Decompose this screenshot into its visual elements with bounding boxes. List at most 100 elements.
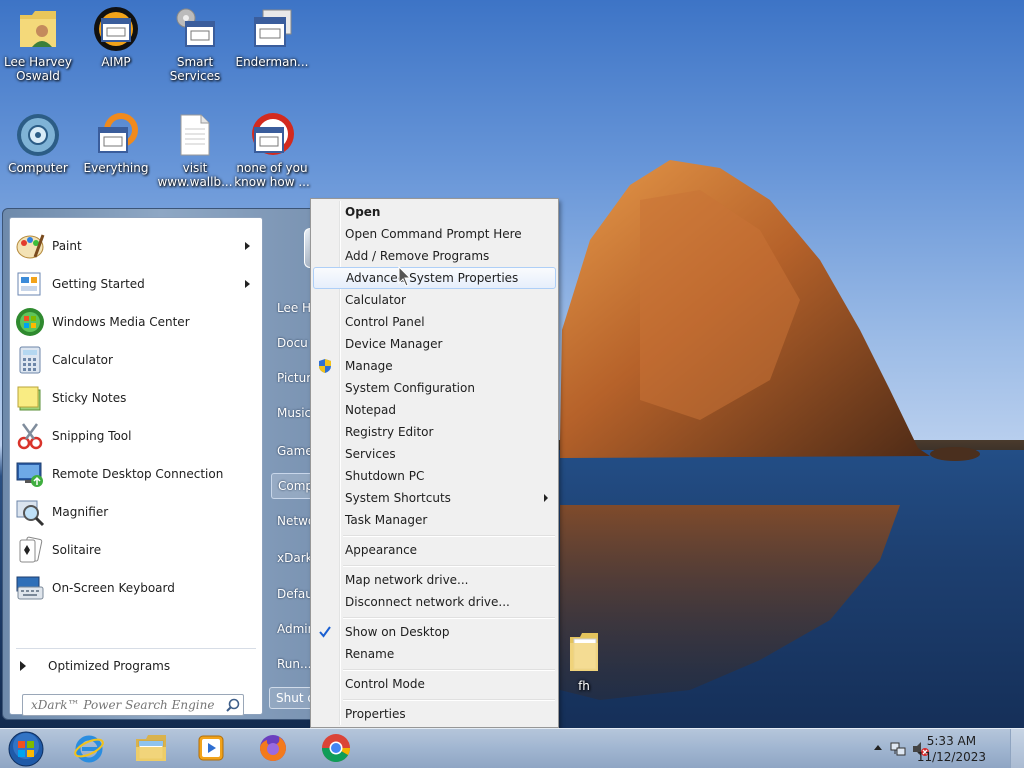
- start-item-magnifier[interactable]: Magnifier: [14, 494, 260, 530]
- ctx-item-calculator[interactable]: Calculator: [313, 289, 556, 311]
- desktop-icon-lee-harvey-oswald[interactable]: Lee Harvey Oswald: [0, 6, 76, 83]
- desktop-icon-label: Enderman...: [235, 55, 309, 69]
- all-programs-arrow-icon: [20, 661, 26, 671]
- solitaire-icon: [14, 534, 46, 566]
- app-window-icon: [172, 6, 218, 52]
- ctx-item-open[interactable]: Open: [313, 201, 556, 223]
- snipping-tool-icon: [14, 420, 46, 452]
- start-item-label: On-Screen Keyboard: [52, 581, 175, 595]
- desktop-icon-label: Everything: [83, 161, 149, 175]
- ctx-item-properties[interactable]: Properties: [313, 703, 556, 725]
- start-right-item-xdark[interactable]: xDark: [277, 551, 313, 565]
- ctx-item-advanced-system-properties[interactable]: Advanced System Properties: [313, 267, 556, 289]
- desktop-icon-label: Computer: [8, 161, 68, 175]
- firefox-icon: [257, 732, 289, 767]
- ctx-item-label: Services: [345, 447, 396, 461]
- ctx-item-label: Appearance: [345, 543, 418, 557]
- ctx-separator: [343, 565, 555, 567]
- all-programs-button[interactable]: Optimized Programs: [20, 654, 256, 678]
- clock-time: 5:33 AM: [926, 734, 977, 748]
- context-menu: Open Open Command Prompt Here Add / Remo…: [310, 198, 559, 728]
- ctx-item-map-network-drive[interactable]: Map network drive...: [313, 569, 556, 591]
- show-hidden-icons-button[interactable]: [874, 745, 882, 750]
- start-menu-program-list: Paint Getting Started Windows Media Cent…: [9, 217, 263, 716]
- start-item-label: Magnifier: [52, 505, 109, 519]
- start-item-calculator[interactable]: Calculator: [14, 342, 260, 378]
- ctx-item-control-mode[interactable]: Control Mode: [313, 673, 556, 695]
- desktop-icon-computer[interactable]: Computer: [0, 112, 76, 175]
- desktop-icon-aimp[interactable]: AIMP: [78, 6, 154, 69]
- system-tray: 5:33 AM 11/12/2023: [864, 729, 1024, 768]
- taskbar: 5:33 AM 11/12/2023: [0, 728, 1024, 768]
- ctx-item-services[interactable]: Services: [313, 443, 556, 465]
- start-item-paint[interactable]: Paint: [14, 228, 260, 264]
- start-search-input[interactable]: [31, 698, 223, 712]
- ctx-item-system-shortcuts[interactable]: System Shortcuts: [313, 487, 556, 509]
- checkmark-icon: [317, 624, 333, 640]
- taskbar-firefox[interactable]: [250, 731, 296, 767]
- taskbar-internet-explorer[interactable]: [66, 731, 112, 767]
- search-icon[interactable]: [223, 695, 243, 715]
- internet-explorer-icon: [73, 732, 105, 767]
- ctx-item-disconnect-network-drive[interactable]: Disconnect network drive...: [313, 591, 556, 613]
- ctx-item-label: System Configuration: [345, 381, 475, 395]
- taskbar-chrome[interactable]: [313, 731, 359, 767]
- taskbar-media-player[interactable]: [188, 731, 234, 767]
- start-item-windows-media-center[interactable]: Windows Media Center: [14, 304, 260, 340]
- getting-started-icon: [14, 268, 46, 300]
- taskbar-clock[interactable]: 5:33 AM 11/12/2023: [917, 733, 986, 765]
- ctx-item-device-manager[interactable]: Device Manager: [313, 333, 556, 355]
- uac-shield-icon: [317, 358, 333, 374]
- ctx-item-open-command-prompt[interactable]: Open Command Prompt Here: [313, 223, 556, 245]
- desktop-icon-enderman[interactable]: Enderman...: [234, 6, 310, 69]
- start-item-label: Sticky Notes: [52, 391, 127, 405]
- app-window-icon: [249, 112, 295, 158]
- desktop-icon-everything[interactable]: Everything: [78, 112, 154, 175]
- start-item-label: Windows Media Center: [52, 315, 190, 329]
- start-item-on-screen-keyboard[interactable]: On-Screen Keyboard: [14, 570, 260, 606]
- ctx-item-system-configuration[interactable]: System Configuration: [313, 377, 556, 399]
- ctx-separator: [343, 617, 555, 619]
- desktop-icon-none-of-you[interactable]: none of you know how ...: [234, 112, 310, 189]
- show-desktop-button[interactable]: [1010, 729, 1024, 768]
- start-item-getting-started[interactable]: Getting Started: [14, 266, 260, 302]
- start-item-sticky-notes[interactable]: Sticky Notes: [14, 380, 260, 416]
- ctx-item-rename[interactable]: Rename: [313, 643, 556, 665]
- start-search-box[interactable]: [22, 694, 244, 716]
- ctx-separator: [343, 535, 555, 537]
- start-menu-divider: [16, 648, 256, 649]
- ctx-item-manage[interactable]: Manage: [313, 355, 556, 377]
- ctx-item-registry-editor[interactable]: Registry Editor: [313, 421, 556, 443]
- on-screen-keyboard-icon: [14, 572, 46, 604]
- network-icon[interactable]: [890, 741, 906, 760]
- start-orb-button[interactable]: [6, 730, 46, 768]
- desktop-icon-label: Lee Harvey Oswald: [4, 55, 72, 83]
- start-item-label: Paint: [52, 239, 82, 253]
- ctx-item-notepad[interactable]: Notepad: [313, 399, 556, 421]
- ctx-item-shutdown-pc[interactable]: Shutdown PC: [313, 465, 556, 487]
- user-folder-icon: [15, 6, 61, 52]
- ctx-item-label: Open: [345, 205, 381, 219]
- start-item-solitaire[interactable]: Solitaire: [14, 532, 260, 568]
- ctx-item-label: Device Manager: [345, 337, 443, 351]
- windows-media-center-icon: [14, 306, 46, 338]
- ctx-item-add-remove-programs[interactable]: Add / Remove Programs: [313, 245, 556, 267]
- ctx-item-appearance[interactable]: Appearance: [313, 539, 556, 561]
- ctx-item-label: Map network drive...: [345, 573, 469, 587]
- ctx-item-control-panel[interactable]: Control Panel: [313, 311, 556, 333]
- desktop-icon-visit-wallb[interactable]: visit www.wallb...: [157, 112, 233, 189]
- start-item-remote-desktop[interactable]: Remote Desktop Connection: [14, 456, 260, 492]
- taskbar-file-explorer[interactable]: [128, 731, 174, 767]
- folder-icon: [561, 630, 607, 676]
- app-window-icon: [93, 6, 139, 52]
- start-right-item-run[interactable]: Run...: [277, 657, 311, 671]
- desktop-icon-smart-services[interactable]: Smart Services: [157, 6, 233, 83]
- shutdown-button[interactable]: Shut d: [269, 687, 313, 709]
- start-right-item-documents[interactable]: Docu: [277, 336, 308, 350]
- media-player-icon: [196, 733, 226, 766]
- file-explorer-icon: [134, 733, 168, 766]
- start-right-item-music[interactable]: Music: [277, 406, 311, 420]
- ctx-item-show-on-desktop[interactable]: Show on Desktop: [313, 621, 556, 643]
- start-item-snipping-tool[interactable]: Snipping Tool: [14, 418, 260, 454]
- ctx-item-task-manager[interactable]: Task Manager: [313, 509, 556, 531]
